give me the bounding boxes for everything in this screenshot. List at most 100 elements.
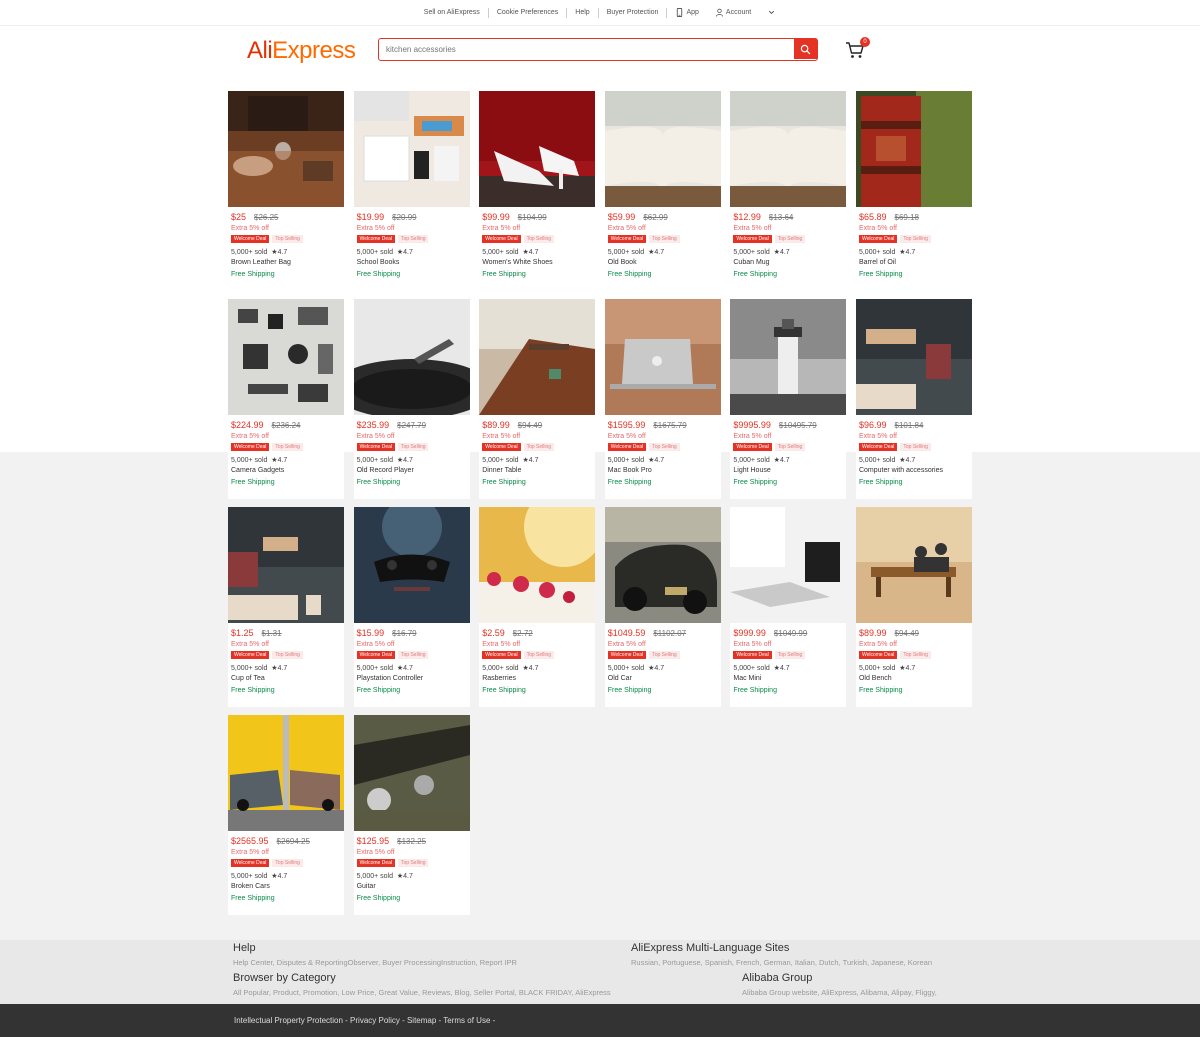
product-image[interactable] — [855, 91, 972, 207]
product-card[interactable]: $1595.99 $1675.79 Extra 5% off Welcome Deal… — [604, 299, 721, 499]
product-card[interactable]: $224.99 $236.24 Extra 5% off Welcome Deal To… — [228, 299, 344, 499]
product-image[interactable] — [604, 507, 721, 623]
top-selling-badge: Top Selling — [649, 443, 680, 451]
footer-language-links[interactable]: Russian, Portuguese, Spanish, French, Ge… — [631, 958, 932, 967]
top-selling-badge: Top Selling — [900, 651, 931, 659]
product-name[interactable]: Cuban Mug — [733, 259, 843, 266]
footer-browse-links[interactable]: All Popular, Product, Promotion, Low Pri… — [233, 988, 611, 997]
product-card[interactable]: $12.99 $13.64 Extra 5% off Welcome Deal Top … — [730, 91, 847, 291]
product-name[interactable]: Old Book — [608, 259, 718, 266]
product-card[interactable]: $2.59 $2.72 Extra 5% off Welcome Deal Top Se… — [479, 507, 596, 707]
product-image[interactable] — [855, 299, 972, 415]
product-image[interactable] — [479, 507, 596, 623]
product-image[interactable] — [604, 91, 721, 207]
search-input[interactable] — [379, 39, 794, 60]
product-original-price: $94.49 — [894, 629, 919, 638]
product-name[interactable]: Dinner Table — [482, 467, 592, 474]
product-card[interactable]: $19.99 $20.99 Extra 5% off Welcome Deal Top … — [353, 91, 470, 291]
extra-discount: Extra 5% off — [607, 433, 646, 440]
app-link[interactable]: App — [667, 8, 706, 18]
product-original-price: $236.24 — [271, 421, 301, 430]
product-name[interactable]: Mac Book Pro — [608, 467, 718, 474]
search-button[interactable] — [794, 39, 817, 59]
account-dropdown[interactable] — [759, 8, 784, 17]
product-name[interactable]: Cup of Tea — [231, 675, 341, 682]
product-card[interactable]: $96.99 $101.84 Extra 5% off Welcome Deal Top… — [855, 299, 972, 499]
product-image[interactable] — [479, 299, 596, 415]
product-name[interactable]: Old Record Player — [357, 467, 467, 474]
product-name[interactable]: Guitar — [357, 883, 467, 890]
product-card[interactable]: $1.25 $1.31 Extra 5% off Welcome Deal Top Se… — [228, 507, 344, 707]
product-image[interactable] — [730, 91, 847, 207]
product-card[interactable]: $65.89 $69.18 Extra 5% off Welcome Deal Top … — [855, 91, 972, 291]
product-name[interactable]: Women's White Shoes — [482, 259, 592, 266]
product-image[interactable] — [730, 507, 847, 623]
top-selling-badge: Top Selling — [398, 235, 429, 243]
product-image[interactable] — [353, 91, 470, 207]
account-link[interactable]: Account — [707, 8, 759, 18]
welcome-deal-badge: Welcome Deal — [231, 651, 270, 659]
top-selling-badge: Top Selling — [398, 651, 429, 659]
product-card[interactable]: $1049.59 $1102.07 Extra 5% off Welcome Deal… — [604, 507, 721, 707]
extra-discount: Extra 5% off — [231, 849, 270, 856]
sell-link[interactable]: Sell on AliExpress — [416, 7, 489, 18]
product-image[interactable] — [228, 507, 344, 623]
product-image[interactable] — [353, 715, 470, 831]
product-card[interactable]: $89.99 $94.49 Extra 5% off Welcome Deal Top … — [855, 507, 972, 707]
product-card[interactable]: $235.99 $247.79 Extra 5% off Welcome Deal To… — [353, 299, 470, 499]
sold-count: 5,000+ sold — [858, 249, 896, 256]
product-name[interactable]: Playstation Controller — [357, 675, 467, 682]
product-image[interactable] — [730, 299, 847, 415]
product-card[interactable]: $59.99 $62.99 Extra 5% off Welcome Deal Top … — [604, 91, 721, 291]
legal-links[interactable]: Intellectual Property Protection - Priva… — [234, 1016, 495, 1025]
free-shipping-label: Free Shipping — [231, 895, 275, 902]
cookie-preferences-link[interactable]: Cookie Preferences — [489, 7, 568, 18]
product-card[interactable]: $89.99 $94.49 Extra 5% off Welcome Deal Top … — [479, 299, 596, 499]
logo-express: Express — [272, 37, 356, 64]
product-card[interactable]: $25 $26.25 Extra 5% off Welcome Deal Top Sel… — [228, 91, 344, 291]
product-card[interactable]: $99.99 $104.99 Extra 5% off Welcome Deal Top… — [479, 91, 596, 291]
product-image[interactable] — [353, 507, 470, 623]
footer-help-links[interactable]: Help Center, Disputes & ReportingObserve… — [233, 958, 517, 967]
product-name[interactable]: Light House — [733, 467, 843, 474]
product-name[interactable]: Old Car — [608, 675, 718, 682]
top-selling-badge: Top Selling — [272, 651, 303, 659]
product-name[interactable]: Brown Leather Bag — [231, 259, 341, 266]
free-shipping-label: Free Shipping — [356, 479, 401, 486]
product-card[interactable]: $15.99 $16.79 Extra 5% off Welcome Deal Top … — [353, 507, 470, 707]
product-card[interactable]: $9995.99 $10495.79 Extra 5% off Welcome Dea… — [730, 299, 847, 499]
product-image[interactable] — [228, 715, 344, 831]
rating: ★4.7 — [271, 249, 288, 256]
product-name[interactable]: Barrel of Oil — [859, 259, 969, 266]
product-name[interactable]: Broken Cars — [231, 883, 341, 890]
rating: ★4.7 — [773, 457, 790, 464]
sold-count: 5,000+ sold — [482, 249, 519, 256]
product-image[interactable] — [353, 299, 470, 415]
aliexpress-logo[interactable]: AliExpress — [247, 37, 356, 65]
product-image[interactable] — [228, 299, 344, 415]
help-link[interactable]: Help — [567, 7, 599, 18]
product-original-price: $2.72 — [512, 629, 533, 638]
product-image[interactable] — [228, 91, 344, 207]
product-image[interactable] — [855, 507, 972, 623]
top-selling-badge: Top Selling — [272, 859, 303, 867]
product-name[interactable]: Rasberries — [482, 675, 592, 682]
product-name[interactable]: Old Bench — [859, 675, 969, 682]
product-name[interactable]: Mac Mini — [733, 675, 843, 682]
buyer-protection-link[interactable]: Buyer Protection — [599, 7, 668, 18]
product-card[interactable]: $999.99 $1049.99 Extra 5% off Welcome Deal T… — [730, 507, 847, 707]
cart-button[interactable]: 0 — [845, 37, 870, 62]
product-image[interactable] — [479, 91, 596, 207]
product-price: $1595.99 — [607, 420, 646, 430]
product-name[interactable]: Camera Gadgets — [231, 467, 341, 474]
product-name[interactable]: Computer with accessories — [859, 467, 969, 474]
product-image[interactable] — [604, 299, 721, 415]
extra-discount: Extra 5% off — [231, 433, 270, 440]
product-card[interactable]: $125.95 $132.25 Extra 5% off Welcome Deal To… — [353, 715, 470, 915]
product-original-price: $1675.79 — [653, 421, 687, 430]
sold-count: 5,000+ sold — [482, 457, 519, 464]
product-card[interactable]: $2565.95 $2694.25 Extra 5% off Welcome Deal… — [228, 715, 344, 915]
free-shipping-label: Free Shipping — [858, 479, 903, 486]
footer-alibaba-links[interactable]: Alibaba Group website, AliExpress, Aliba… — [742, 988, 937, 997]
product-name[interactable]: School Books — [357, 259, 467, 266]
